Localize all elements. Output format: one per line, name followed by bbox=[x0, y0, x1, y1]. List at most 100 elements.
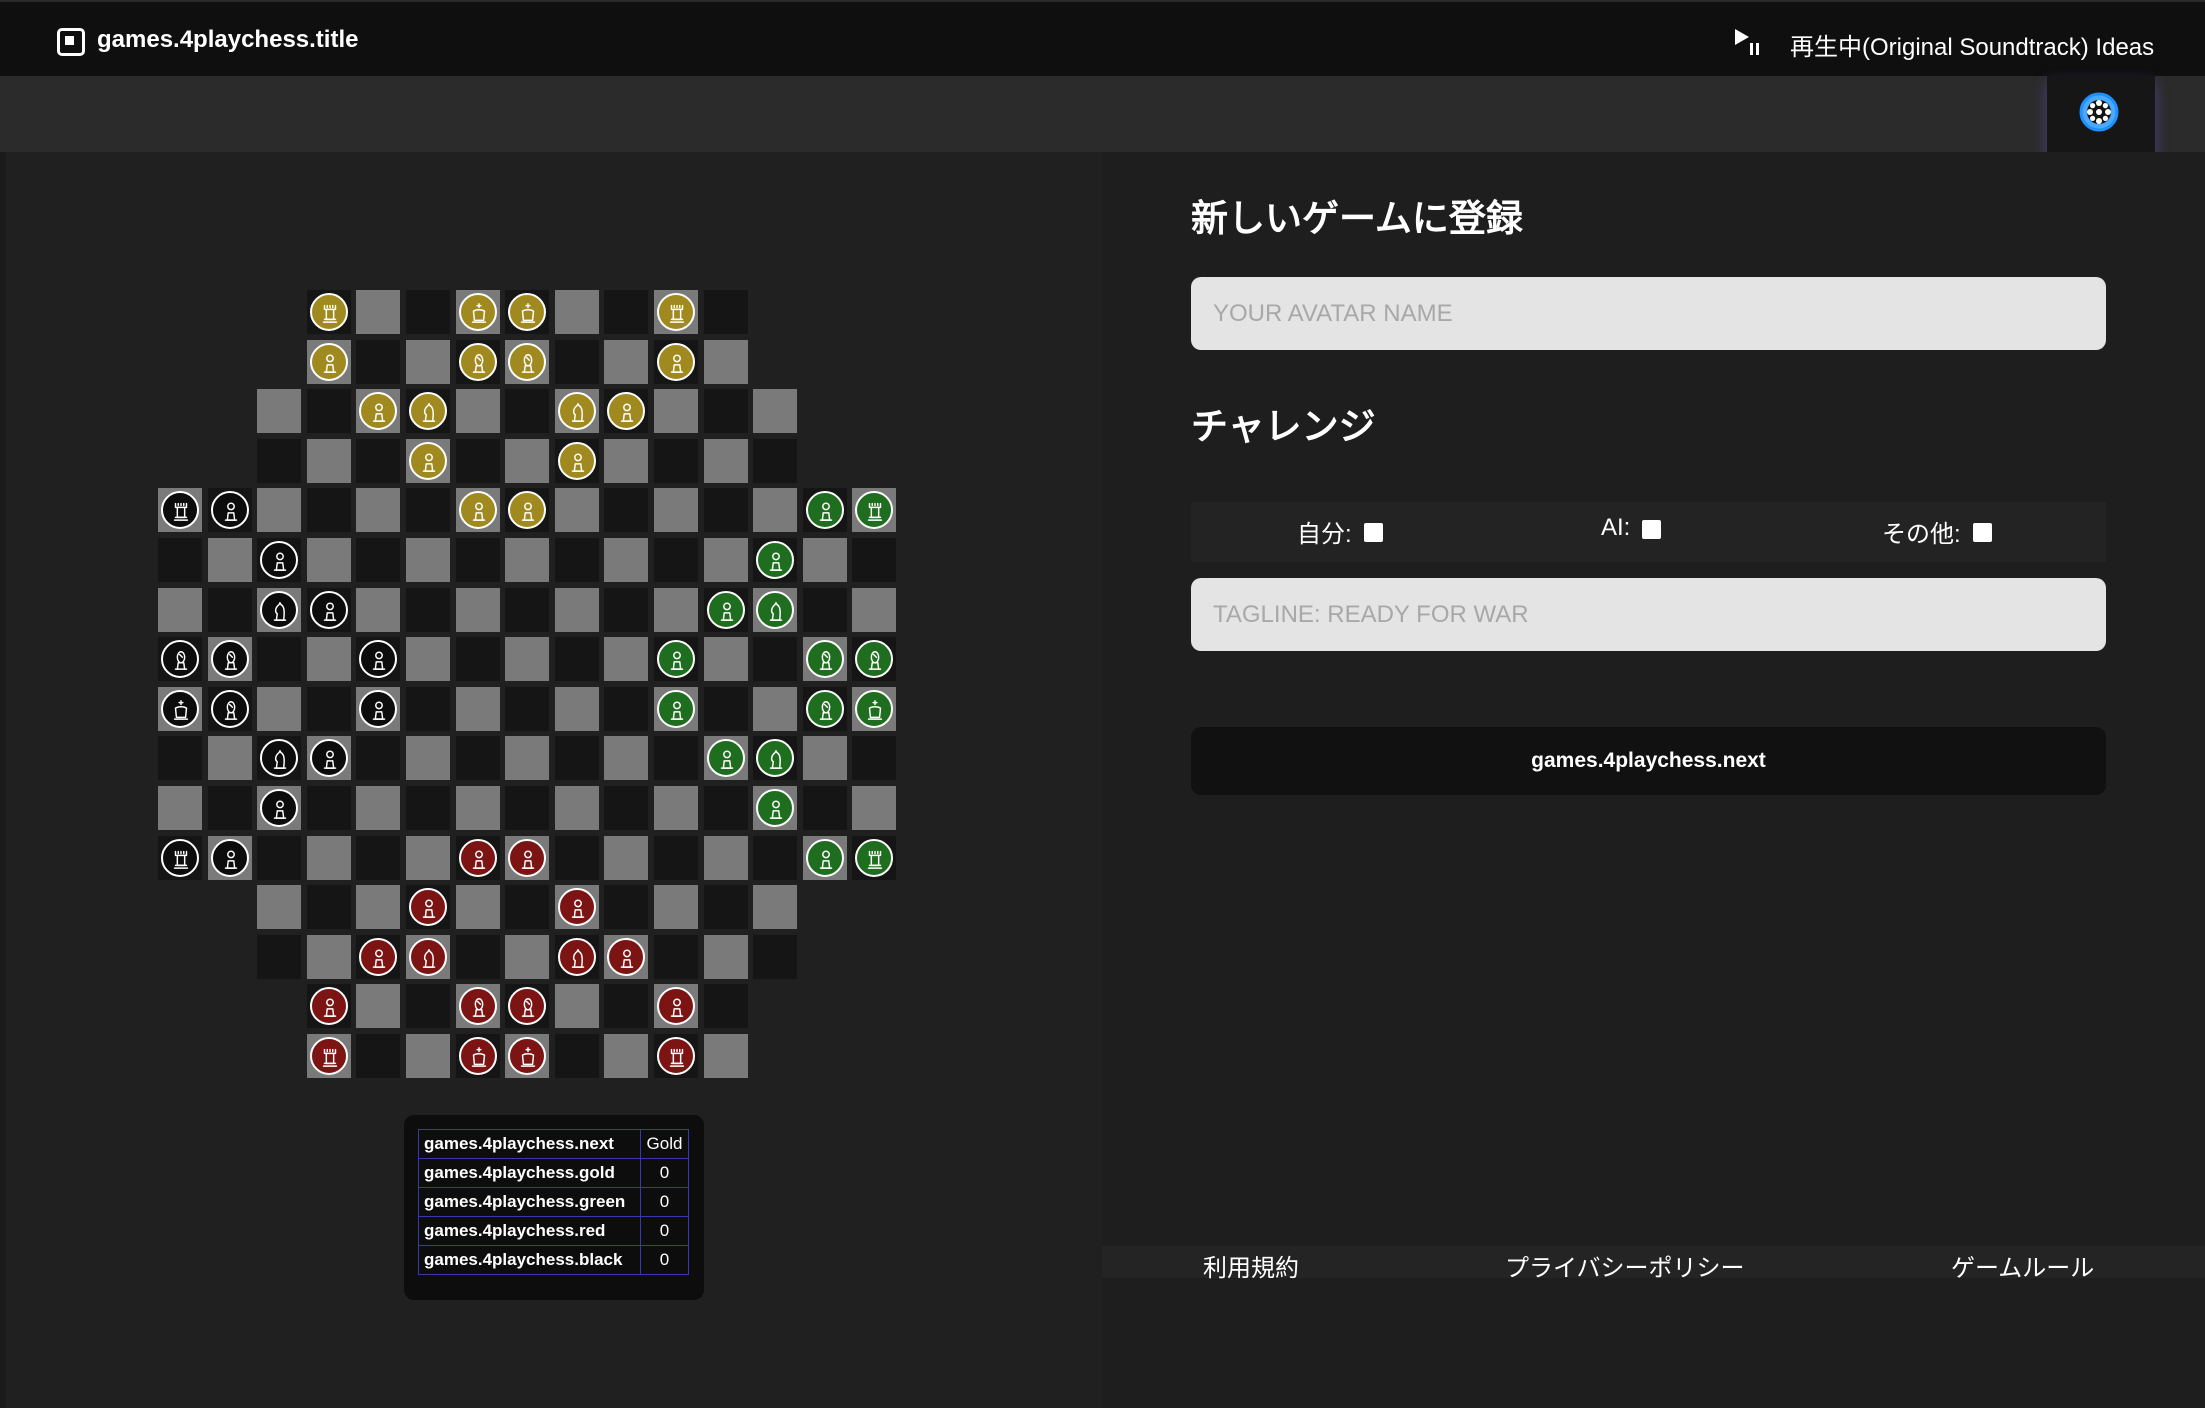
gold-pawn-piece[interactable] bbox=[557, 441, 596, 480]
board-square[interactable] bbox=[406, 290, 450, 334]
board-square[interactable] bbox=[554, 538, 599, 582]
board-square[interactable] bbox=[852, 736, 897, 781]
board-square[interactable] bbox=[158, 587, 202, 632]
red-pawn-piece[interactable] bbox=[409, 888, 447, 927]
board-square[interactable] bbox=[356, 587, 401, 632]
board-square[interactable] bbox=[356, 488, 401, 533]
board-square[interactable] bbox=[753, 885, 798, 930]
board-square[interactable] bbox=[554, 736, 599, 781]
board-square[interactable] bbox=[356, 885, 401, 930]
now-playing-text[interactable]: 再生中(Original Soundtrack) Ideas bbox=[1790, 27, 2154, 62]
board-square[interactable] bbox=[703, 438, 748, 483]
privacy-link[interactable]: プライバシーポリシー bbox=[1505, 1248, 1745, 1283]
board-square[interactable] bbox=[753, 686, 798, 731]
red-pawn-piece[interactable] bbox=[309, 987, 348, 1026]
black-pawn-piece[interactable] bbox=[210, 491, 249, 530]
board-square[interactable] bbox=[703, 339, 748, 384]
board-square[interactable] bbox=[703, 1034, 748, 1078]
board-square[interactable] bbox=[802, 736, 847, 781]
board-square[interactable] bbox=[753, 835, 798, 880]
board-square[interactable] bbox=[356, 438, 401, 483]
board-square[interactable] bbox=[306, 538, 351, 582]
green-pawn-piece[interactable] bbox=[706, 739, 745, 778]
board-square[interactable] bbox=[455, 934, 500, 979]
board-square[interactable] bbox=[207, 786, 252, 830]
gold-bishop-piece[interactable] bbox=[508, 342, 547, 381]
board-square[interactable] bbox=[455, 786, 500, 830]
red-knight-piece[interactable] bbox=[557, 937, 596, 976]
board-square[interactable] bbox=[505, 587, 550, 632]
black-pawn-piece[interactable] bbox=[260, 541, 299, 579]
board-square[interactable] bbox=[654, 438, 698, 483]
red-king-piece[interactable] bbox=[508, 1037, 547, 1075]
play-pause-icon[interactable] bbox=[1733, 27, 1761, 57]
red-king-piece[interactable] bbox=[458, 1037, 497, 1075]
board-square[interactable] bbox=[455, 885, 500, 930]
board-square[interactable] bbox=[654, 736, 698, 781]
board-square[interactable] bbox=[604, 686, 649, 731]
tagline-input[interactable] bbox=[1191, 578, 2106, 651]
board-square[interactable] bbox=[455, 637, 500, 682]
board-square[interactable] bbox=[703, 934, 748, 979]
board-square[interactable] bbox=[802, 786, 847, 830]
board-square[interactable] bbox=[306, 438, 351, 483]
board-square[interactable] bbox=[703, 984, 748, 1029]
board-square[interactable] bbox=[406, 488, 450, 533]
red-rook-piece[interactable] bbox=[309, 1037, 348, 1075]
red-knight-piece[interactable] bbox=[409, 937, 447, 976]
board-square[interactable] bbox=[356, 1034, 401, 1078]
board-square[interactable] bbox=[554, 686, 599, 731]
green-king-piece[interactable] bbox=[855, 689, 894, 728]
green-bishop-piece[interactable] bbox=[805, 640, 844, 679]
board-square[interactable] bbox=[654, 389, 698, 434]
board-square[interactable] bbox=[604, 290, 649, 334]
board-square[interactable] bbox=[207, 587, 252, 632]
board-square[interactable] bbox=[306, 637, 351, 682]
board-square[interactable] bbox=[356, 736, 401, 781]
green-rook-piece[interactable] bbox=[855, 838, 894, 877]
avatar-name-input[interactable] bbox=[1191, 277, 2106, 350]
board-square[interactable] bbox=[703, 290, 748, 334]
board-square[interactable] bbox=[604, 637, 649, 682]
board-square[interactable] bbox=[406, 786, 450, 830]
gold-pawn-piece[interactable] bbox=[458, 491, 497, 530]
board-square[interactable] bbox=[753, 488, 798, 533]
board-square[interactable] bbox=[158, 736, 202, 781]
board-square[interactable] bbox=[406, 835, 450, 880]
board-square[interactable] bbox=[257, 686, 302, 731]
black-rook-piece[interactable] bbox=[161, 838, 199, 877]
board-square[interactable] bbox=[505, 389, 550, 434]
red-pawn-piece[interactable] bbox=[359, 937, 398, 976]
gold-king-piece[interactable] bbox=[458, 293, 497, 331]
black-pawn-piece[interactable] bbox=[309, 739, 348, 778]
board-square[interactable] bbox=[257, 488, 302, 533]
gold-rook-piece[interactable] bbox=[657, 293, 695, 331]
board-square[interactable] bbox=[604, 835, 649, 880]
board-square[interactable] bbox=[604, 587, 649, 632]
board-square[interactable] bbox=[306, 934, 351, 979]
board-square[interactable] bbox=[406, 339, 450, 384]
rules-link[interactable]: ゲームルール bbox=[1951, 1248, 2094, 1283]
board-square[interactable] bbox=[852, 538, 897, 582]
red-bishop-piece[interactable] bbox=[458, 987, 497, 1026]
board-square[interactable] bbox=[654, 934, 698, 979]
board-square[interactable] bbox=[703, 885, 748, 930]
board-square[interactable] bbox=[406, 538, 450, 582]
board-square[interactable] bbox=[703, 786, 748, 830]
board-square[interactable] bbox=[356, 984, 401, 1029]
board-square[interactable] bbox=[753, 438, 798, 483]
board-square[interactable] bbox=[604, 885, 649, 930]
board-square[interactable] bbox=[455, 438, 500, 483]
board-square[interactable] bbox=[505, 538, 550, 582]
board-square[interactable] bbox=[406, 686, 450, 731]
green-pawn-piece[interactable] bbox=[706, 590, 745, 629]
option-ai-checkbox[interactable] bbox=[1642, 519, 1662, 539]
board-square[interactable] bbox=[604, 438, 649, 483]
black-pawn-piece[interactable] bbox=[359, 689, 398, 728]
board-square[interactable] bbox=[604, 786, 649, 830]
option-other-checkbox[interactable] bbox=[1972, 523, 1992, 542]
board-square[interactable] bbox=[257, 885, 302, 930]
board-square[interactable] bbox=[406, 637, 450, 682]
red-pawn-piece[interactable] bbox=[607, 937, 646, 976]
board-square[interactable] bbox=[604, 984, 649, 1029]
